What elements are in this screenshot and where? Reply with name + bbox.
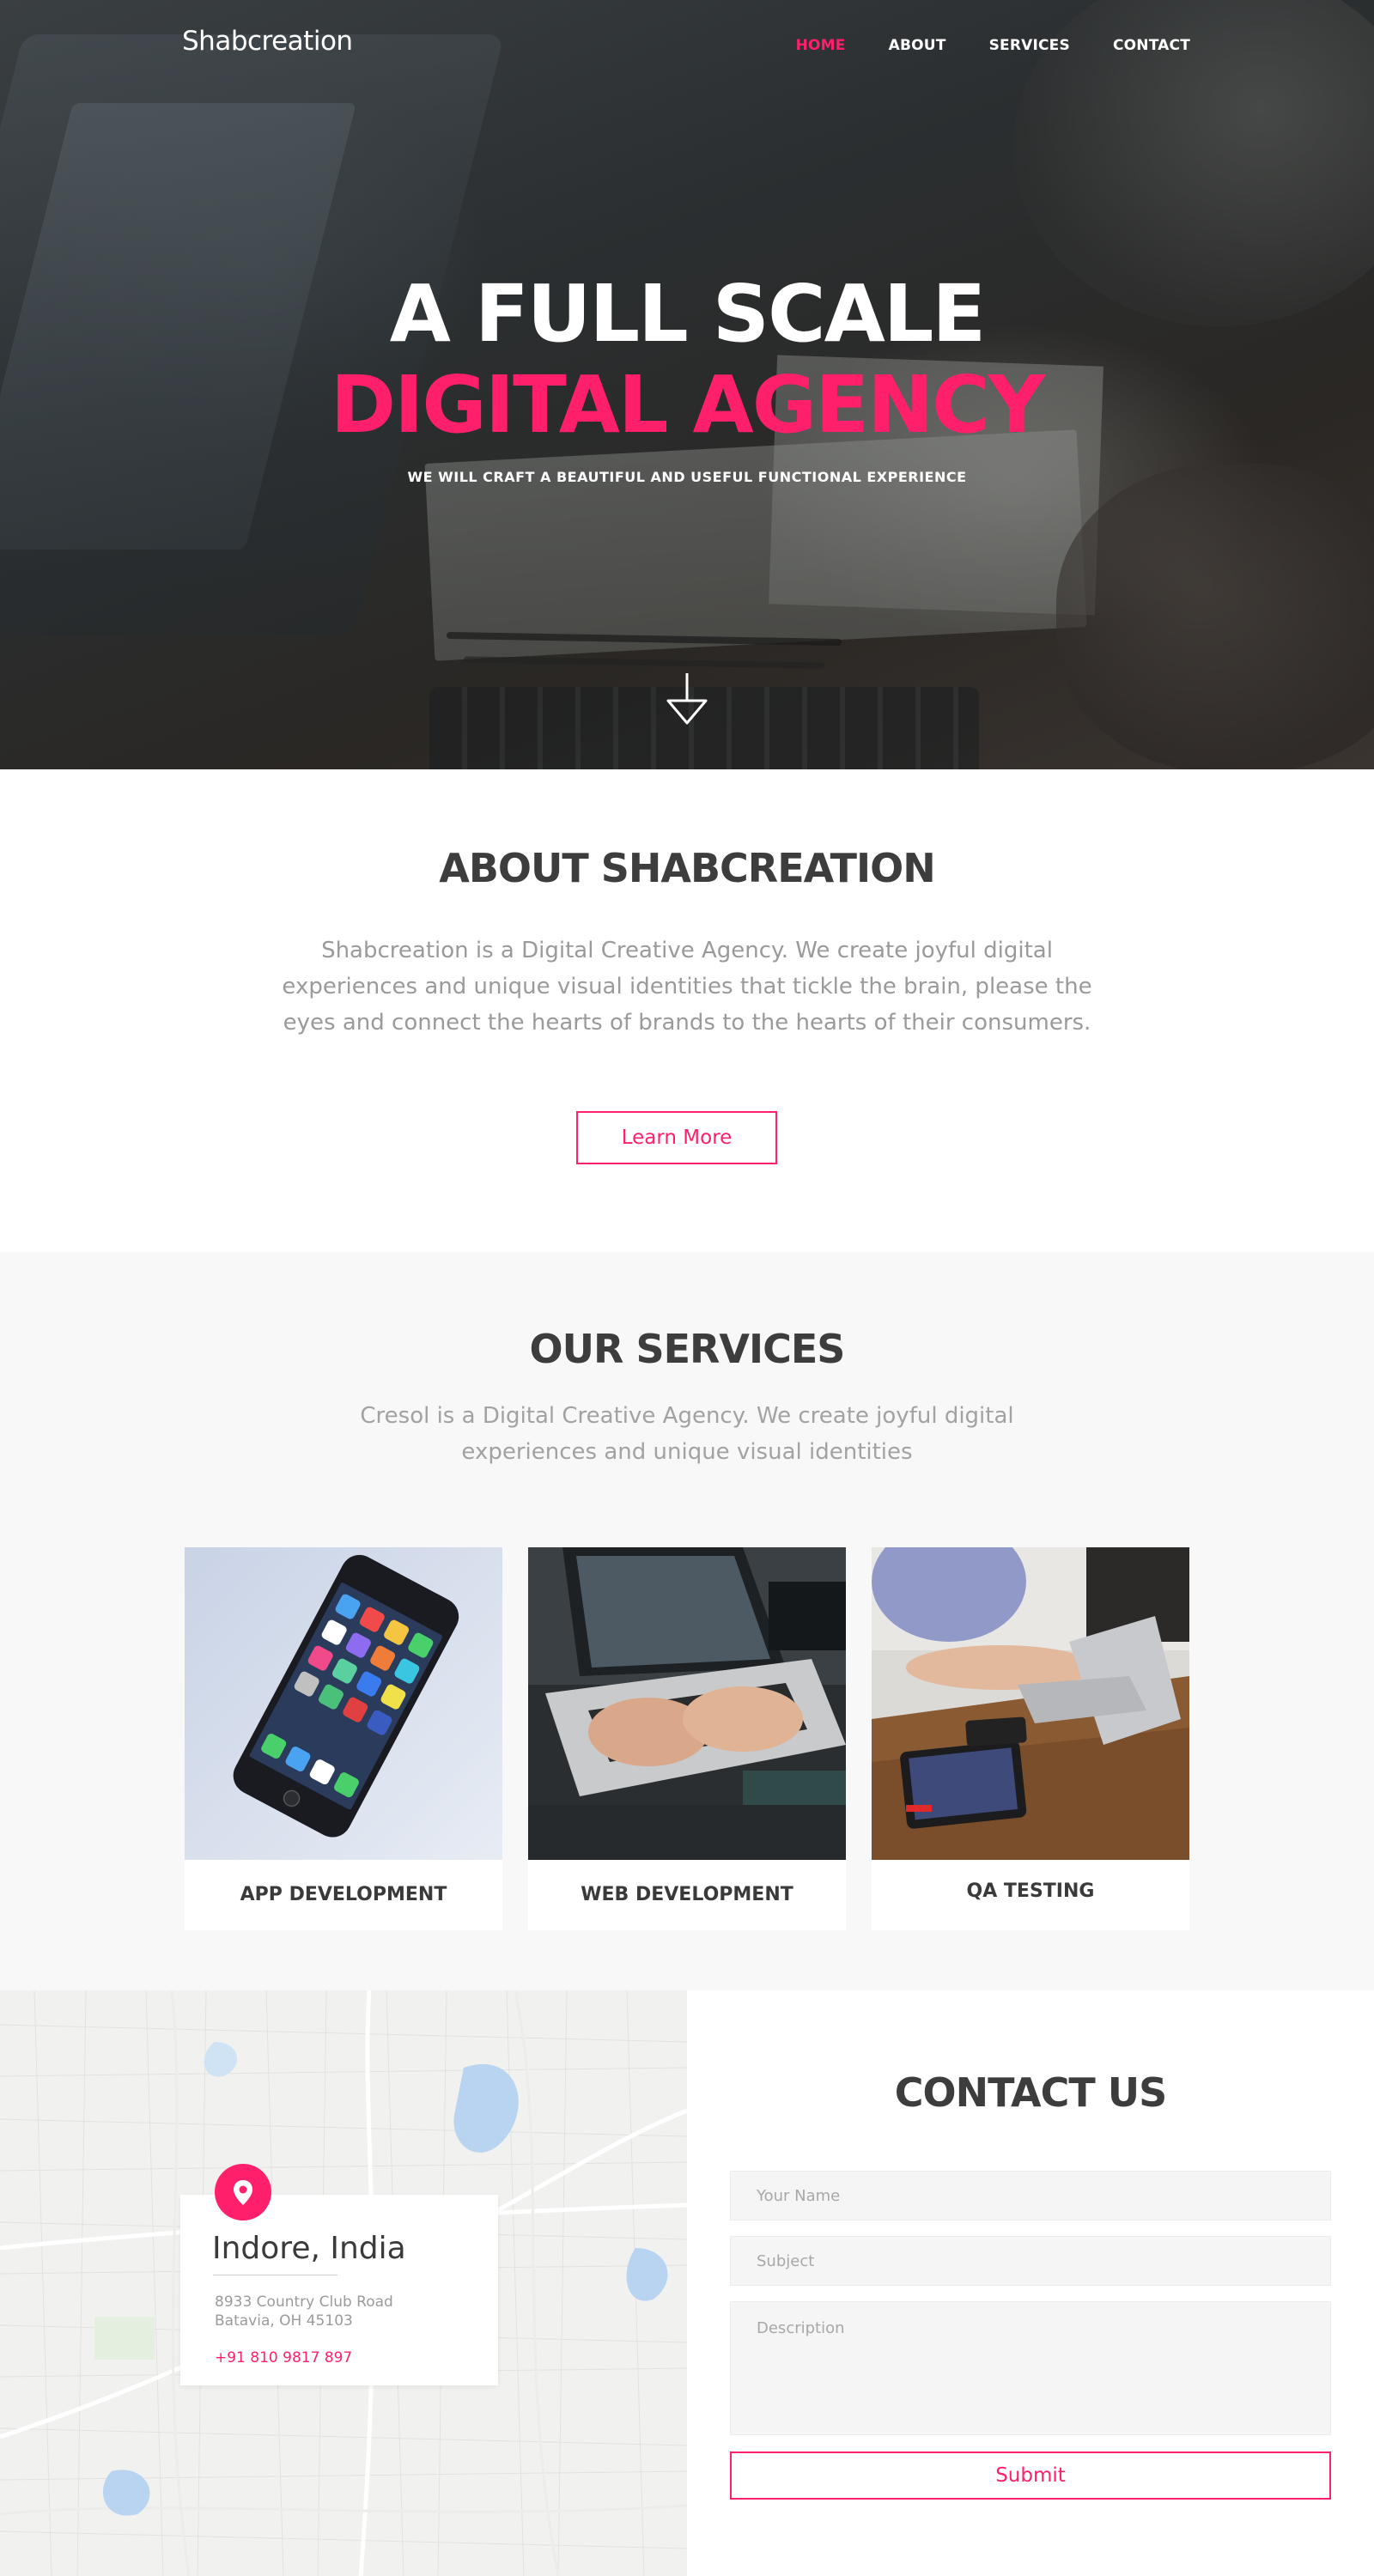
nav-link-home[interactable]: HOME: [796, 37, 846, 54]
service-label: WEB DEVELOPMENT: [581, 1884, 793, 1905]
top-nav: Shabcreation HOME ABOUT SERVICES CONTACT: [0, 0, 1374, 86]
about-section: ABOUT SHABCREATION Shabcreation is a Dig…: [0, 769, 1374, 1252]
service-label: QA TESTING: [966, 1880, 1095, 1902]
location-address: 8933 Country Club Road Batavia, OH 45103: [215, 2293, 393, 2330]
hero-section: Shabcreation HOME ABOUT SERVICES CONTACT…: [0, 0, 1374, 769]
service-card-qa-testing[interactable]: QA TESTING: [872, 1547, 1189, 1930]
subject-input[interactable]: Subject: [730, 2236, 1331, 2286]
hero-subtitle: WE WILL CRAFT A BEAUTIFUL AND USEFUL FUN…: [407, 469, 967, 485]
about-description: Shabcreation is a Digital Creative Agenc…: [282, 938, 1092, 1036]
hero-title-line-2: DIGITAL AGENCY: [330, 359, 1046, 451]
services-description: Cresol is a Digital Creative Agency. We …: [360, 1403, 1014, 1465]
services-section: OUR SERVICES Cresol is a Digital Creativ…: [0, 1252, 1374, 1990]
site-logo[interactable]: Shabcreation: [182, 26, 353, 57]
service-image-desk-devices: [872, 1547, 1189, 1860]
arrow-down-icon[interactable]: [666, 671, 708, 726]
service-label: APP DEVELOPMENT: [240, 1884, 447, 1905]
submit-button[interactable]: Submit: [730, 2451, 1331, 2500]
hero-background-pen-2: [463, 656, 825, 669]
map-pin-icon[interactable]: [215, 2164, 271, 2221]
service-card-web-development[interactable]: WEB DEVELOPMENT: [528, 1547, 846, 1930]
address-line-2: Batavia, OH 45103: [215, 2312, 353, 2330]
services-title: OUR SERVICES: [529, 1326, 846, 1372]
hero-background-hand: [1056, 464, 1374, 769]
hero-title-line-1: A FULL SCALE: [389, 268, 987, 360]
contact-title: CONTACT US: [894, 2069, 1167, 2116]
nav-link-services[interactable]: SERVICES: [989, 37, 1070, 54]
service-image-smartphone: [185, 1547, 502, 1860]
nav-link-about[interactable]: ABOUT: [889, 37, 946, 54]
location-city: Indore, India: [212, 2231, 406, 2266]
hero-background-paper: [424, 429, 1087, 661]
service-image-laptop-typing: [528, 1547, 846, 1860]
about-title: ABOUT SHABCREATION: [439, 845, 936, 891]
nav-link-contact[interactable]: CONTACT: [1113, 37, 1190, 54]
location-phone[interactable]: +91 810 9817 897: [215, 2349, 352, 2366]
main-menu: HOME ABOUT SERVICES CONTACT: [753, 37, 1190, 54]
address-line-1: 8933 Country Club Road: [215, 2293, 393, 2311]
description-textarea[interactable]: Description: [730, 2301, 1331, 2435]
learn-more-button[interactable]: Learn More: [576, 1111, 777, 1164]
service-card-app-development[interactable]: APP DEVELOPMENT: [185, 1547, 502, 1930]
name-input[interactable]: Your Name: [730, 2171, 1331, 2221]
